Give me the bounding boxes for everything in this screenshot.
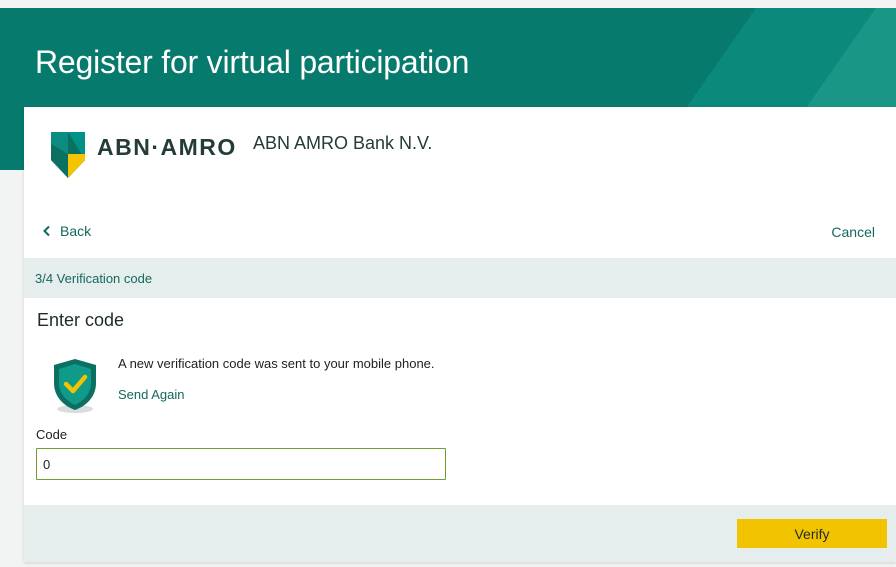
abn-amro-shield-icon bbox=[51, 132, 85, 178]
form-footer: Verify bbox=[24, 505, 896, 562]
section-title: Enter code bbox=[37, 310, 125, 330]
company-name: ABN AMRO Bank N.V. bbox=[253, 133, 433, 153]
back-link[interactable]: Back bbox=[42, 223, 91, 239]
code-label: Code bbox=[36, 427, 68, 442]
verify-button[interactable]: Verify bbox=[737, 519, 887, 548]
cancel-link[interactable]: Cancel bbox=[831, 224, 875, 240]
registration-card: ABN·AMRO ABN AMRO Bank N.V. Back Cancel … bbox=[24, 107, 896, 562]
code-input[interactable] bbox=[36, 448, 446, 480]
bank-logo-text: ABN·AMRO bbox=[97, 134, 237, 160]
shield-check-icon bbox=[54, 359, 96, 413]
step-indicator: 3/4 Verification code bbox=[24, 258, 896, 298]
verification-info-text: A new verification code was sent to your… bbox=[118, 356, 435, 371]
page-title: Register for virtual participation bbox=[35, 44, 470, 80]
back-label: Back bbox=[60, 223, 92, 239]
send-again-link[interactable]: Send Again bbox=[118, 387, 185, 402]
step-label: 3/4 Verification code bbox=[35, 271, 153, 286]
chevron-left-icon bbox=[43, 225, 50, 237]
page: Register for virtual participation ABN·A… bbox=[0, 0, 896, 567]
